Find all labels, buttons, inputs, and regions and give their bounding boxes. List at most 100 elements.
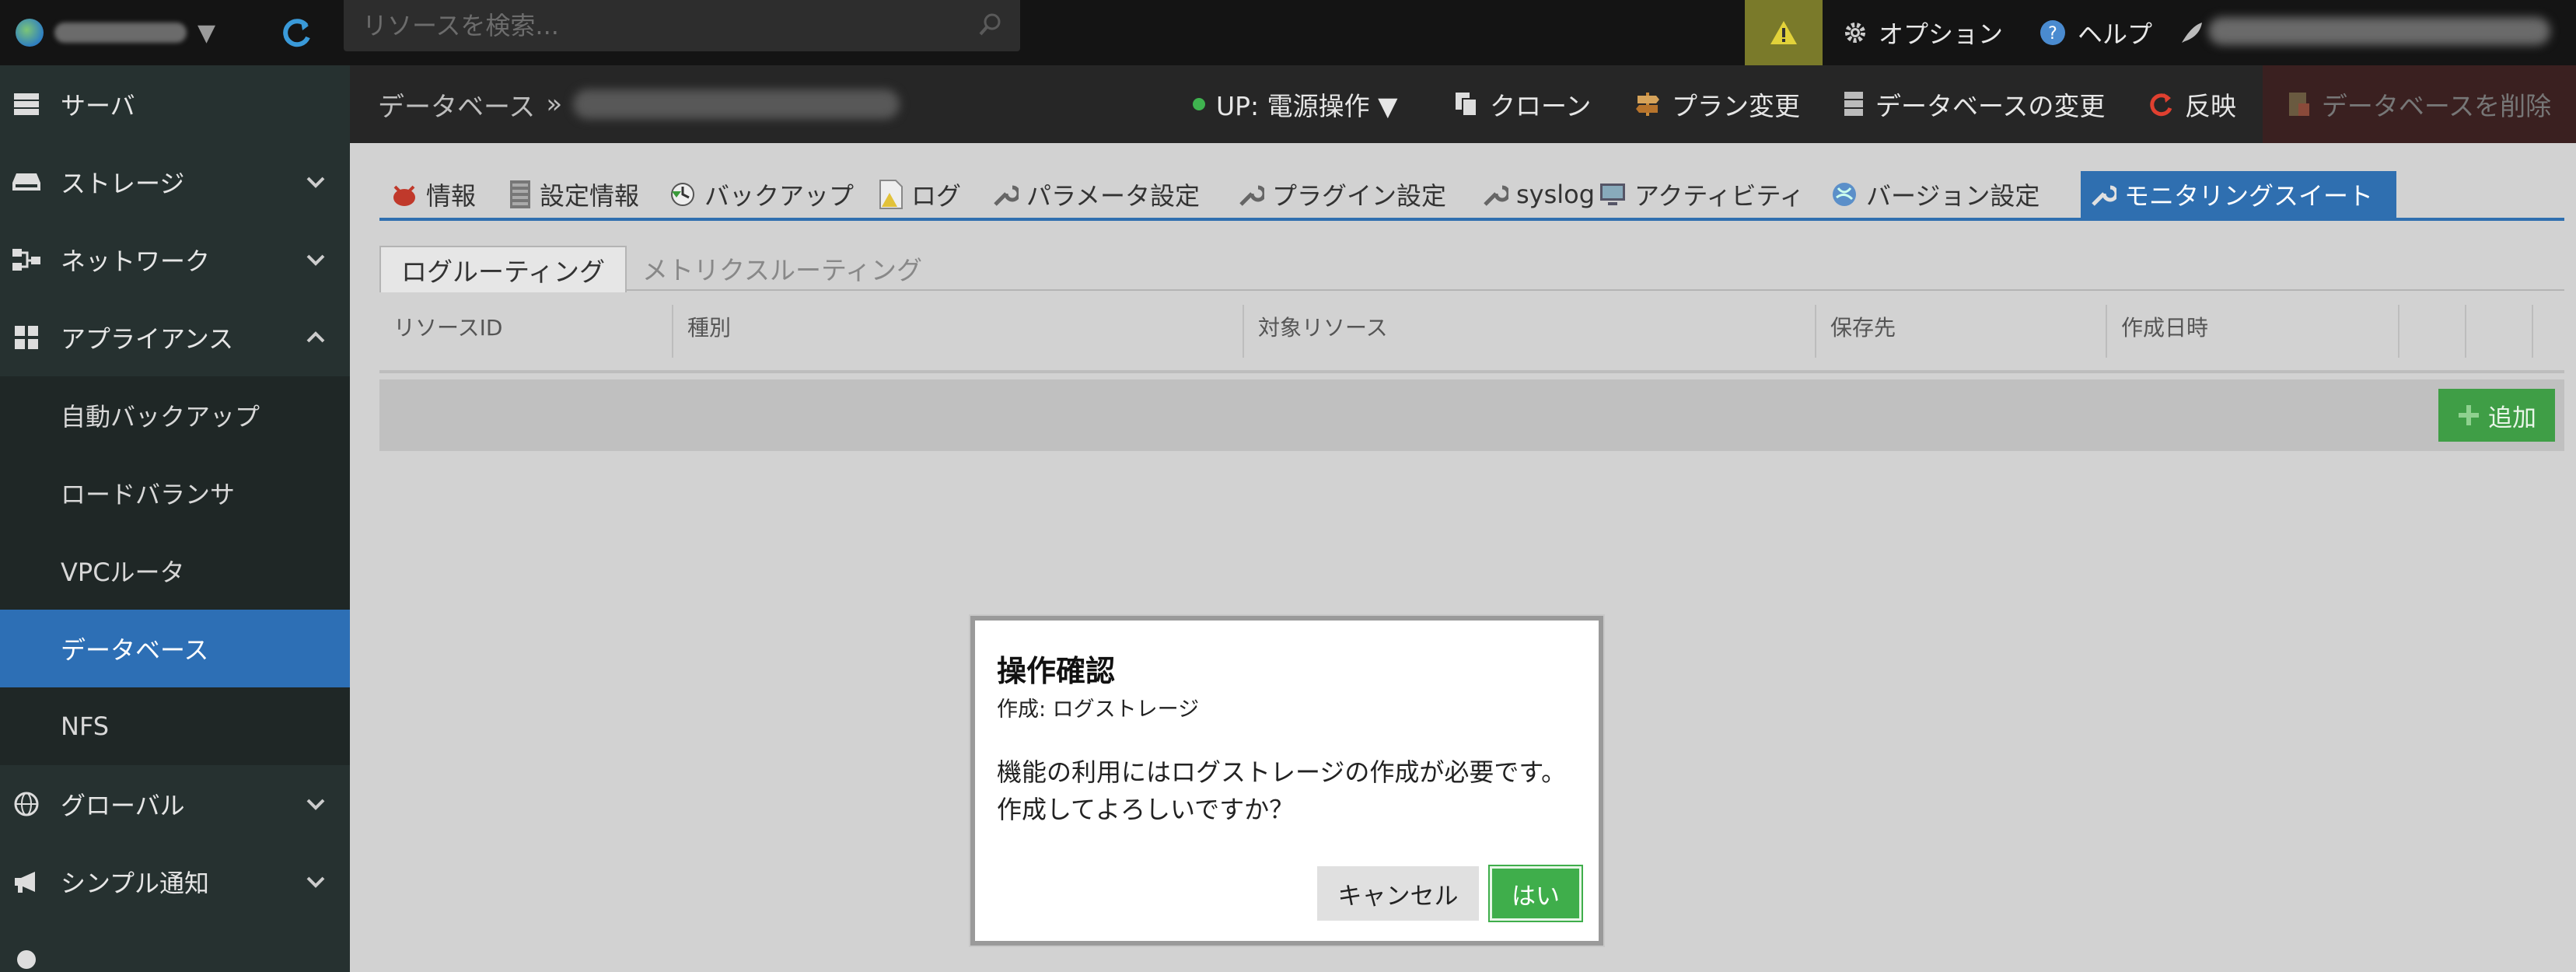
chevron-up-icon	[306, 331, 325, 343]
dialog-message-line1: 機能の利用にはログストレージの作成が必要です。	[997, 757, 1567, 787]
tab-settings-info[interactable]: 設定情報	[509, 171, 639, 218]
sidebar-subitem-nfs[interactable]: NFS	[0, 687, 350, 765]
tab-info[interactable]: 情報	[390, 171, 476, 218]
column-destination[interactable]: 保存先	[1816, 295, 1896, 358]
wrench-icon	[1239, 185, 1264, 206]
tab-monitoring-suite[interactable]: モニタリングスイート	[2081, 171, 2397, 218]
cancel-button[interactable]: キャンセル	[1317, 866, 1479, 921]
subtab-log-routing[interactable]: ログルーティング	[379, 246, 627, 292]
column-label: 対象リソース	[1258, 315, 1388, 341]
breadcrumb-database[interactable]: データベース	[378, 86, 535, 124]
change-database-button[interactable]: データベースの変更	[1843, 65, 2105, 143]
server-rack-icon	[510, 180, 530, 208]
sidebar-cutoff-icon	[11, 947, 42, 972]
sidebar-item-server[interactable]: サーバ	[0, 65, 350, 143]
add-button-label: 追加	[2488, 404, 2536, 432]
main-header: データベース » UP: 電源操作 ▼ クローン プラン変更 データベースの変更…	[350, 65, 2576, 143]
breadcrumb: データベース »	[378, 65, 900, 143]
sidebar-subitem-label: ロードバランサ	[61, 480, 236, 509]
globe-icon	[16, 19, 44, 47]
sidebar-item-storage[interactable]: ストレージ	[0, 143, 350, 221]
appliance-icon	[11, 325, 42, 350]
tab-log[interactable]: ログ	[879, 171, 961, 218]
column-target-resource[interactable]: 対象リソース	[1244, 295, 1388, 358]
globe-icon	[11, 792, 42, 816]
sidebar-item-network[interactable]: ネットワーク	[0, 221, 350, 299]
user-menu[interactable]	[2179, 0, 2205, 65]
column-label: リソースID	[393, 315, 503, 341]
power-button[interactable]: UP: 電源操作 ▼	[1193, 65, 1398, 143]
tab-backup[interactable]: バックアップ	[669, 171, 854, 218]
clone-label: クローン	[1490, 91, 1592, 121]
reload-icon[interactable]	[274, 8, 320, 58]
sidebar-subitem-auto-backup[interactable]: 自動バックアップ	[0, 376, 350, 454]
help-label: ヘルプ	[2078, 19, 2153, 49]
tab-activity[interactable]: アクティビティ	[1599, 171, 1805, 218]
search-input[interactable]	[362, 9, 969, 42]
column-type[interactable]: 種別	[673, 295, 731, 358]
sidebar-subitem-load-balancer[interactable]: ロードバランサ	[0, 454, 350, 532]
column-label: 保存先	[1830, 315, 1896, 341]
top-bar: ▼ オプション ? ヘルプ	[0, 0, 2576, 65]
zone-selector[interactable]: ▼	[16, 0, 215, 65]
sidebar-subitem-vpc-router[interactable]: VPCルータ	[0, 532, 350, 610]
tab-bar: 情報 設定情報 バックアップ ログ パラメータ設定 プラグイン設定 syslog	[379, 171, 2564, 221]
megaphone-icon	[11, 870, 42, 893]
signpost-icon	[1636, 93, 1659, 116]
sidebar-item-cutoff[interactable]	[0, 921, 350, 972]
sidebar-item-label: ストレージ	[61, 169, 185, 198]
tab-plugin-settings[interactable]: プラグイン設定	[1238, 171, 1446, 218]
tab-label: パラメータ設定	[1026, 181, 1201, 211]
subtab-label: ログルーティング	[401, 257, 606, 287]
power-label: UP: 電源操作 ▼	[1216, 91, 1398, 121]
database-icon	[1844, 92, 1863, 116]
tab-version-settings[interactable]: バージョン設定	[1830, 171, 2039, 218]
column-divider	[2398, 305, 2399, 358]
sidebar-item-appliance[interactable]: アプライアンス	[0, 299, 350, 376]
options-label: オプション	[1879, 19, 2004, 49]
subtab-metrics-routing[interactable]: メトリクスルーティング	[622, 246, 942, 291]
table-header: リソースID 種別 対象リソース 保存先 作成日時	[379, 295, 2564, 373]
sidebar-item-global[interactable]: グローバル	[0, 765, 350, 843]
warning-icon	[1770, 21, 1797, 44]
clone-button[interactable]: クローン	[1454, 65, 1591, 143]
sidebar-item-simple-notification[interactable]: シンプル通知	[0, 843, 350, 921]
tab-parameter-settings[interactable]: パラメータ設定	[992, 171, 1200, 218]
tab-label: プラグイン設定	[1272, 181, 1447, 211]
monitor-icon	[1600, 184, 1625, 205]
tab-syslog[interactable]: syslog	[1482, 171, 1595, 218]
refresh-icon	[2150, 93, 2172, 117]
delete-database-button[interactable]: データベースを削除	[2263, 65, 2576, 143]
column-created-at[interactable]: 作成日時	[2107, 295, 2208, 358]
wrench-icon	[2092, 185, 2116, 206]
sidebar-subitem-database[interactable]: データベース	[0, 610, 350, 687]
warning-button[interactable]	[1745, 0, 1823, 65]
plan-change-button[interactable]: プラン変更	[1634, 65, 1800, 143]
resource-name-redacted	[573, 89, 900, 119]
column-divider	[2532, 305, 2533, 358]
plan-change-label: プラン変更	[1672, 91, 1800, 121]
search-box[interactable]	[344, 0, 1020, 51]
delete-database-label: データベースを削除	[2321, 91, 2552, 121]
breadcrumb-separator: »	[546, 89, 563, 120]
options-menu[interactable]: オプション	[1843, 0, 2003, 65]
server-icon	[11, 93, 42, 116]
dialog-message-line2: 作成してよろしいですか？	[997, 795, 1295, 824]
search-icon[interactable]	[977, 11, 1005, 39]
user-name-redacted	[2208, 17, 2550, 45]
sidebar-subitem-label: データベース	[61, 635, 209, 665]
apply-button[interactable]: 反映	[2148, 65, 2236, 143]
sidebar-subitem-label: NFS	[61, 712, 110, 741]
column-resource-id[interactable]: リソースID	[379, 295, 502, 358]
tab-label: ログ	[911, 181, 962, 211]
help-menu[interactable]: ? ヘルプ	[2039, 0, 2152, 65]
column-divider	[2465, 305, 2466, 358]
add-button[interactable]: 追加	[2438, 389, 2555, 442]
svg-text:?: ?	[2048, 24, 2057, 44]
log-document-icon	[879, 180, 903, 209]
help-icon: ?	[2040, 20, 2065, 45]
tab-label: バックアップ	[704, 181, 855, 211]
yes-button[interactable]: はい	[1488, 865, 1583, 922]
plus-icon	[2459, 405, 2479, 425]
wrench-icon	[1484, 185, 1508, 206]
